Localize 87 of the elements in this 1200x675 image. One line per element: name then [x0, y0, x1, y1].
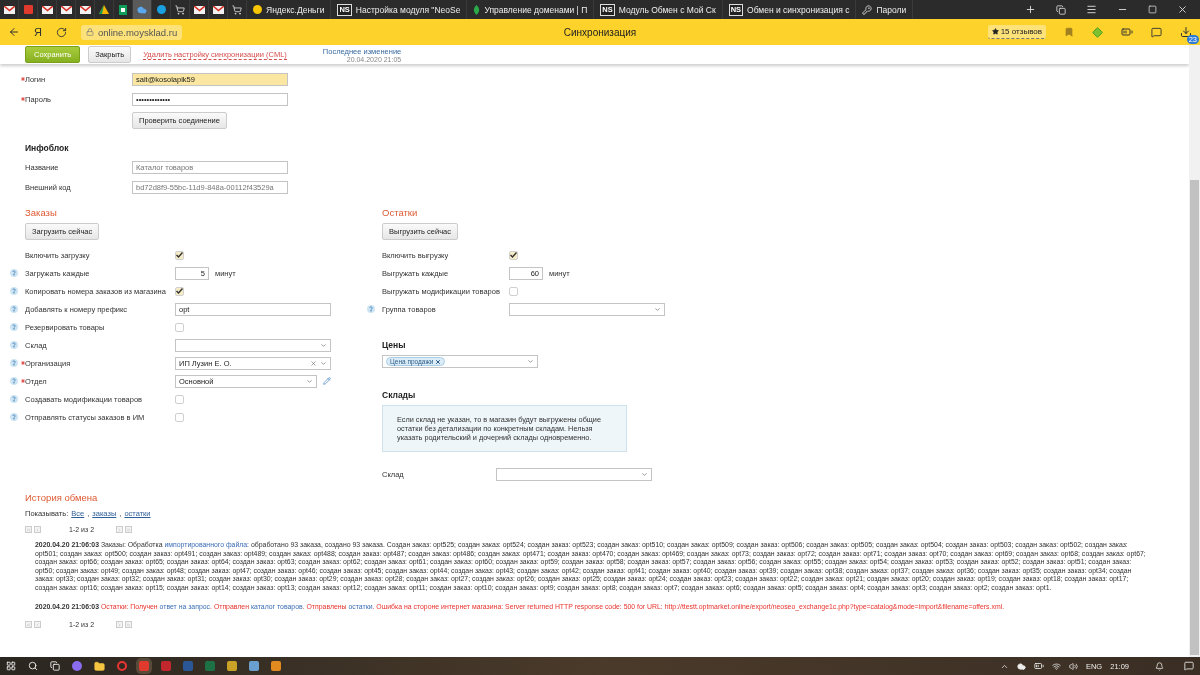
cart-icon — [175, 4, 185, 15]
triangle-icon — [99, 5, 109, 14]
caret-icon — [641, 470, 648, 478]
lock-icon — [85, 28, 94, 36]
checkbox[interactable] — [175, 412, 184, 422]
scrollbar[interactable] — [1189, 45, 1200, 657]
help-icon[interactable] — [10, 305, 18, 313]
menu-icon[interactable] — [1086, 4, 1097, 15]
app-icon[interactable] — [227, 661, 237, 671]
app-icon[interactable] — [249, 661, 259, 671]
help-icon[interactable] — [10, 395, 18, 403]
envelope-icon — [3, 5, 15, 14]
new-tab-icon[interactable] — [1025, 4, 1036, 15]
tabs-icon[interactable] — [1056, 4, 1066, 15]
checkbox[interactable] — [175, 394, 184, 404]
ring-icon[interactable] — [117, 661, 127, 671]
square-logo-icon — [23, 5, 33, 14]
reload-icon[interactable] — [55, 26, 67, 38]
help-icon[interactable] — [367, 305, 375, 313]
envelope-icon — [212, 5, 224, 14]
caret-icon — [306, 377, 313, 385]
app-icon[interactable] — [205, 661, 215, 671]
notification-icon[interactable] — [1184, 661, 1194, 671]
checkbox[interactable] — [175, 286, 184, 296]
browser-logo[interactable]: Я — [34, 26, 42, 38]
scrollbar-thumb[interactable] — [1190, 180, 1199, 655]
page-title: Синхронизация — [563, 26, 637, 38]
section-heading: Цены — [382, 340, 406, 350]
help-icon[interactable] — [10, 323, 18, 331]
help-icon[interactable] — [10, 269, 18, 277]
pencil-icon[interactable] — [323, 377, 331, 385]
checkbox[interactable] — [509, 286, 518, 296]
cart-icon — [232, 4, 242, 15]
star-icon — [991, 28, 999, 35]
help-icon[interactable] — [10, 359, 18, 367]
reviews-button[interactable]: 15 отзывов — [987, 25, 1046, 39]
key-icon — [862, 4, 873, 15]
volume-icon[interactable] — [1068, 661, 1078, 671]
cloud-icon[interactable] — [1016, 661, 1026, 671]
checkbox[interactable] — [509, 250, 518, 260]
caret-icon — [320, 341, 327, 349]
required-icon — [21, 77, 25, 81]
remove-icon — [435, 358, 442, 365]
checkbox[interactable] — [175, 322, 184, 332]
checkbox[interactable] — [175, 250, 184, 260]
help-icon[interactable] — [10, 287, 18, 295]
envelope-icon — [79, 5, 91, 14]
help-icon[interactable] — [10, 341, 18, 349]
download-icon[interactable] — [1180, 26, 1192, 38]
required-icon — [21, 361, 25, 365]
envelope-icon — [193, 5, 205, 14]
section-heading: Склады — [382, 390, 416, 400]
help-icon[interactable] — [10, 413, 18, 421]
cloud-icon — [137, 4, 147, 15]
caret-icon — [654, 305, 661, 313]
bookmark-icon[interactable] — [1064, 27, 1074, 37]
caret-icon — [320, 359, 327, 367]
diamond-icon[interactable] — [1092, 26, 1103, 38]
app-icon[interactable] — [271, 661, 281, 671]
envelope-icon — [60, 5, 72, 14]
folder-icon[interactable] — [94, 660, 105, 672]
search-icon[interactable] — [28, 661, 38, 671]
sheet-icon — [119, 4, 127, 15]
circle-icon[interactable] — [72, 661, 82, 671]
envelope-icon — [41, 5, 53, 14]
wifi-icon[interactable] — [1051, 661, 1061, 671]
battery-icon[interactable] — [1033, 661, 1044, 671]
battery-icon[interactable] — [1121, 26, 1133, 38]
bell-icon[interactable] — [1155, 661, 1164, 671]
leaf-icon — [473, 4, 481, 15]
section-title: Заказы — [25, 207, 57, 218]
clear-icon — [310, 359, 317, 367]
help-icon[interactable] — [10, 377, 18, 385]
task-view-icon[interactable] — [50, 661, 60, 671]
start-icon[interactable] — [6, 661, 16, 671]
section-title: История обмена — [25, 492, 98, 503]
required-icon — [21, 97, 25, 101]
coin-icon — [253, 5, 262, 14]
restore-icon[interactable] — [1148, 5, 1157, 14]
section-heading: Инфоблок — [25, 143, 69, 153]
back-icon[interactable] — [8, 26, 20, 38]
address-field[interactable]: online.moysklad.ru — [80, 24, 183, 40]
caret-icon — [527, 358, 534, 365]
close-icon[interactable] — [1177, 4, 1188, 15]
required-icon — [21, 379, 25, 383]
section-title: Остатки — [382, 207, 418, 218]
app-icon[interactable] — [161, 661, 171, 671]
